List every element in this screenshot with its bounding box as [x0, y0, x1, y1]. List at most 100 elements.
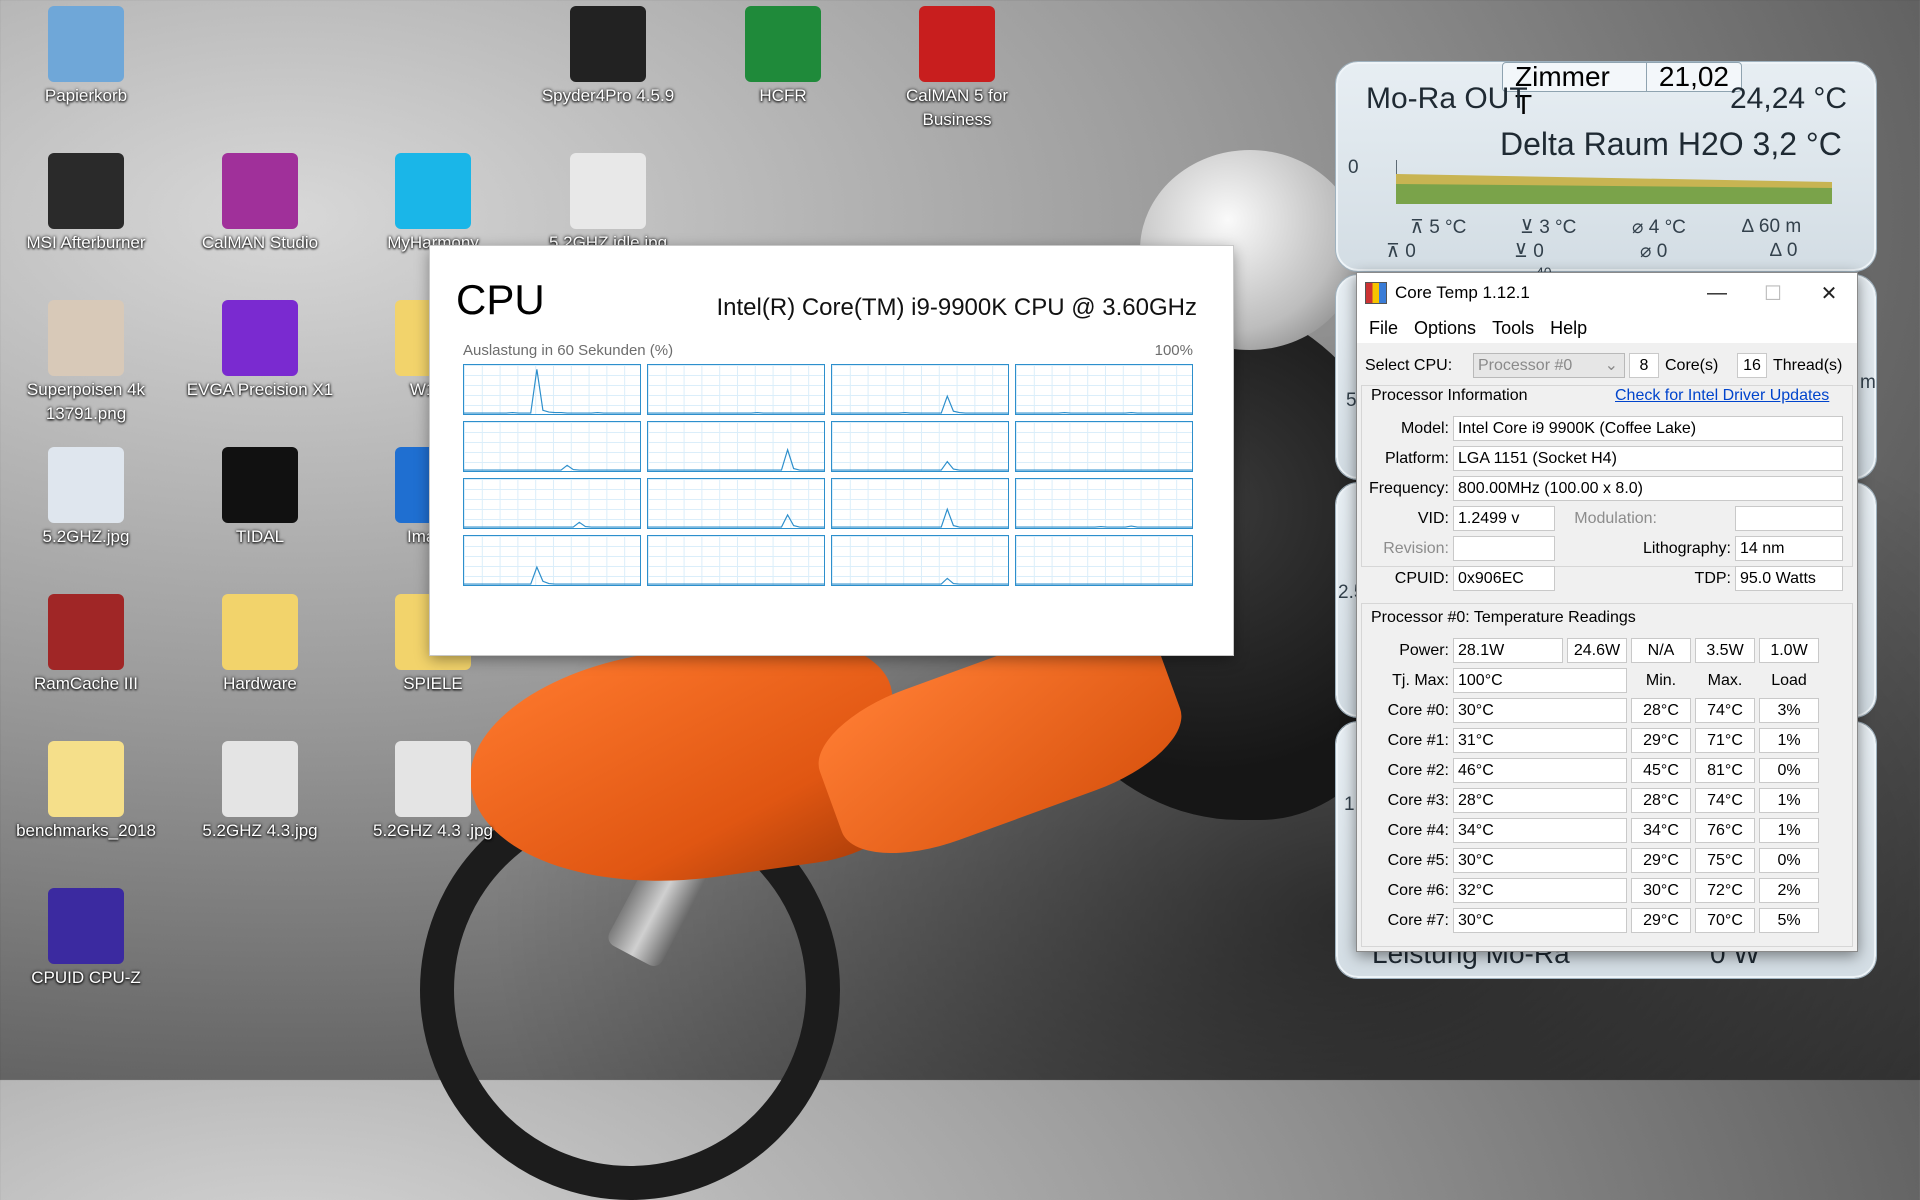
cpu-core-graph	[463, 421, 641, 472]
platform-value: LGA 1151 (Socket H4)	[1453, 446, 1843, 471]
tidal-icon	[222, 447, 298, 523]
desktop-icon[interactable]: MSI Afterburner	[11, 153, 161, 255]
core-temperature: 28°C	[1453, 788, 1627, 813]
menu-options[interactable]: Options	[1406, 318, 1484, 339]
desktop-icon[interactable]: 5.2GHZ 4.3 .jpg	[358, 741, 508, 843]
cpu-usage-line	[464, 369, 640, 413]
driver-updates-link[interactable]: Check for Intel Driver Updates	[1615, 387, 1829, 405]
power-package: 28.1W	[1453, 638, 1563, 663]
desktop-icon[interactable]: Superpoisen 4k 13791.png	[11, 300, 161, 426]
close-icon[interactable]: ✕	[1801, 273, 1857, 313]
desktop-icon[interactable]: HCFR	[708, 6, 858, 108]
coretemp-menubar: File Options Tools Help	[1357, 313, 1857, 343]
desktop-icon[interactable]: 5.2GHZ.jpg	[11, 447, 161, 549]
desktop-icon[interactable]: 5.2GHZ 4.3.jpg	[185, 741, 335, 843]
tdp-label: TDP:	[1557, 566, 1731, 591]
cpu-core-graph	[831, 364, 1009, 415]
core-load: 5%	[1759, 908, 1819, 933]
core-label: Core #7:	[1357, 908, 1449, 933]
desktop-icon-label: Superpoisen 4k 13791.png	[11, 378, 161, 426]
desktop-icon[interactable]: MyHarmony	[358, 153, 508, 255]
cpu-usage-line	[648, 450, 824, 470]
image-file-icon	[570, 153, 646, 229]
core-label: Core #5:	[1357, 848, 1449, 873]
graph-axis-zero: 0	[1348, 157, 1359, 179]
core-temperature: 30°C	[1453, 698, 1627, 723]
desktop-icon[interactable]: TIDAL	[185, 447, 335, 549]
desktop-icon[interactable]: Papierkorb	[11, 6, 161, 108]
desktop-icon-label: CalMAN Studio	[185, 231, 335, 255]
cpu-core-graph	[463, 535, 641, 586]
core-max-temperature: 71°C	[1695, 728, 1755, 753]
vid-label: VID:	[1357, 506, 1449, 531]
power-label: Power:	[1357, 638, 1449, 663]
desktop-icon-label: MSI Afterburner	[11, 231, 161, 255]
cpuid-value: 0x906EC	[1453, 566, 1555, 591]
desktop-icon[interactable]: CalMAN Studio	[185, 153, 335, 255]
revision-label: Revision:	[1357, 536, 1449, 561]
desktop-icon[interactable]: RamCache III	[11, 594, 161, 696]
desktop-icon-label: CPUID CPU-Z	[11, 966, 161, 990]
chevron-down-icon: ⌄	[1605, 354, 1618, 377]
spyder-icon	[570, 6, 646, 82]
stat-timespan: ∆ 60 m	[1742, 216, 1801, 238]
threads-label: Thread(s)	[1773, 353, 1842, 378]
image-file-icon	[48, 447, 124, 523]
core-max-temperature: 76°C	[1695, 818, 1755, 843]
cpu-core-graph	[831, 478, 1009, 529]
coretemp-titlebar[interactable]: Core Temp 1.12.1 — ☐ ✕	[1357, 273, 1857, 313]
core-temperature: 30°C	[1453, 908, 1627, 933]
col-load-header: Load	[1759, 668, 1819, 693]
desktop-icon[interactable]: benchmarks_2018	[11, 741, 161, 843]
stat-bottom-4: ∆ 0	[1770, 240, 1797, 262]
tjmax-value: 100°C	[1453, 668, 1627, 693]
menu-file[interactable]: File	[1361, 318, 1406, 339]
desktop-icon-label: HCFR	[708, 84, 858, 108]
core-label: Core #6:	[1357, 878, 1449, 903]
utilization-caption: Auslastung in 60 Sekunden (%)	[463, 342, 673, 359]
recycle-bin-icon	[48, 6, 124, 82]
cpu-usage-line	[832, 509, 1008, 527]
core-min-temperature: 29°C	[1631, 908, 1691, 933]
core-load: 3%	[1759, 698, 1819, 723]
cpu-core-graph	[1015, 478, 1193, 529]
cpu-usage-line	[464, 465, 640, 470]
core-load: 0%	[1759, 848, 1819, 873]
tjmax-label: Tj. Max:	[1357, 668, 1449, 693]
cpu-usage-line	[832, 396, 1008, 413]
image-file-icon	[222, 741, 298, 817]
cpu-usage-line	[464, 567, 640, 584]
desktop-icon-label: SPIELE	[358, 672, 508, 696]
desktop-icon[interactable]: 5.2GHZ idle.jpg	[533, 153, 683, 255]
folder-icon	[48, 741, 124, 817]
cpu-core-graph	[1015, 421, 1193, 472]
coretemp-window[interactable]: Core Temp 1.12.1 — ☐ ✕ File Options Tool…	[1356, 272, 1858, 952]
stat-bottom-2: ⊻ 0	[1514, 240, 1544, 263]
processor-info-title: Processor Information	[1371, 387, 1528, 405]
desktop-icon[interactable]: CalMAN 5 for Business	[882, 6, 1032, 132]
coretemp-app-icon	[1365, 282, 1387, 304]
processor-select[interactable]: Processor #0 ⌄	[1473, 353, 1625, 378]
desktop-icon[interactable]: CPUID CPU-Z	[11, 888, 161, 990]
lithography-value: 14 nm	[1735, 536, 1843, 561]
hardware-folder-icon	[222, 594, 298, 670]
calman5-icon	[919, 6, 995, 82]
room-temperature-value: 21,02	[1646, 63, 1741, 91]
menu-tools[interactable]: Tools	[1484, 318, 1542, 339]
core-min-temperature: 34°C	[1631, 818, 1691, 843]
desktop-icon[interactable]: EVGA Precision X1	[185, 300, 335, 402]
core-max-temperature: 74°C	[1695, 698, 1755, 723]
cpu-performance-window[interactable]: CPU Intel(R) Core(TM) i9-9900K CPU @ 3.6…	[430, 246, 1233, 655]
menu-help[interactable]: Help	[1542, 318, 1595, 339]
cpuid-label: CPUID:	[1357, 566, 1449, 591]
minimize-icon[interactable]: —	[1689, 273, 1745, 313]
core-max-temperature: 70°C	[1695, 908, 1755, 933]
core-min-temperature: 45°C	[1631, 758, 1691, 783]
core-label: Core #1:	[1357, 728, 1449, 753]
stat-avg-temp: ⌀ 4 °C	[1632, 216, 1686, 239]
logical-processor-graphs	[463, 364, 1197, 586]
cpu-core-graph	[463, 364, 641, 415]
maximize-icon[interactable]: ☐	[1745, 273, 1801, 313]
desktop-icon[interactable]: Hardware	[185, 594, 335, 696]
desktop-icon[interactable]: Spyder4Pro 4.5.9	[533, 6, 683, 108]
